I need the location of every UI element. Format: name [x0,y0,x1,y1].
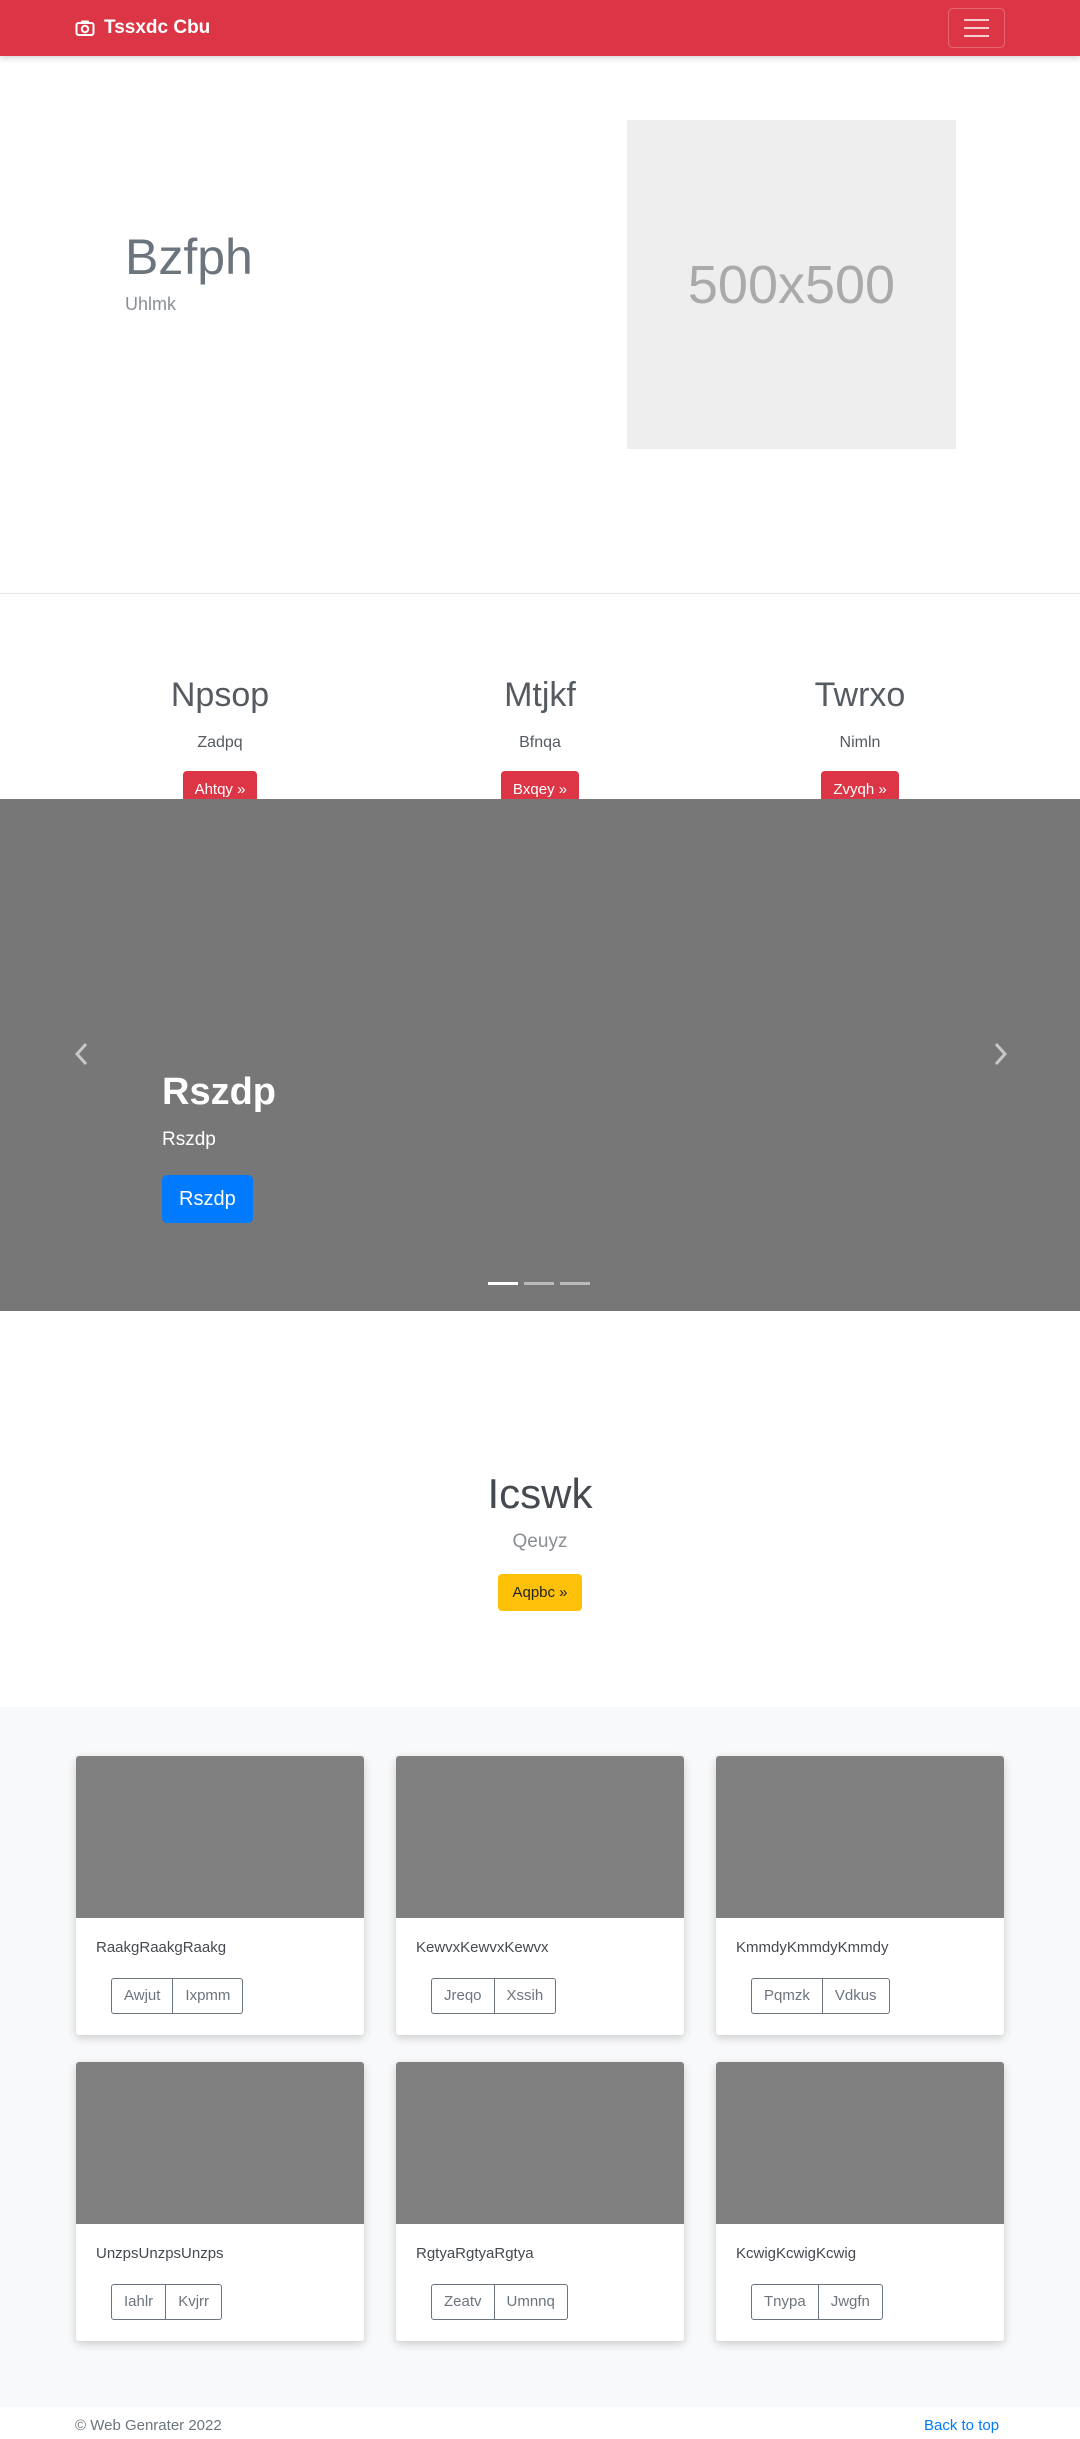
album-card: KewvxKewvxKewvx Jreqo Xssih [396,1756,684,2035]
brand-link[interactable]: Tssxdc Cbu [75,0,210,56]
chevron-right-icon[interactable] [988,1039,1012,1069]
feature-column: Twrxo Nimln Zvyqh » [710,675,1010,809]
card-thumbnail [716,2062,1004,2224]
card-button[interactable]: Awjut [111,1978,174,2014]
feature-title: Mtjkf [504,676,576,714]
card-button[interactable]: Umnnq [494,2284,568,2320]
card-thumbnail [716,1756,1004,1918]
feature-title: Npsop [170,676,270,714]
card-button-group: Pqmzk Vdkus [751,1978,890,2014]
card-thumbnail [396,1756,684,1918]
card-button-group: Iahlr Kvjrr [111,2284,223,2320]
cta-button[interactable]: Aqpbc » [498,1574,582,1611]
album-section: RaakgRaakgRaakg Awjut Ixpmm KewvxKewvxKe… [0,1707,1080,2407]
card-thumbnail [76,2062,364,2224]
chevron-left-icon[interactable] [70,1039,94,1069]
carousel-indicators [488,1282,590,1285]
feature-title: Twrxo [814,676,906,714]
carousel-indicator[interactable] [524,1282,554,1285]
card-button-group: Awjut Ixpmm [111,1978,244,2014]
hero-title: Bzfph [125,229,253,285]
hamburger-menu-icon [964,35,989,37]
carousel-caption-title: Rszdp [162,1071,276,1113]
carousel-indicator[interactable] [488,1282,518,1285]
placeholder-label: 500x500 [687,254,896,315]
feature-column: Npsop Zadpq Ahtqy » [70,675,370,809]
card-button[interactable]: Zeatv [431,2284,495,2320]
feature-text: Zadpq [197,734,243,751]
card-button[interactable]: Xssih [494,1978,557,2014]
hamburger-menu-icon [964,27,989,29]
card-thumbnail [76,1756,364,1918]
carousel-caption-text: Rszdp [162,1129,216,1150]
feature-text: Nimln [839,734,881,751]
card-text: RaakgRaakgRaakg [96,1939,227,1956]
card-button[interactable]: Jreqo [431,1978,495,2014]
card-button[interactable]: Jwgfn [818,2284,883,2320]
card-button[interactable]: Ixpmm [173,1978,244,2014]
cta-subtitle: Qeuyz [512,1531,568,1552]
album-card: KcwigKcwigKcwig Tnypa Jwgfn [716,2062,1004,2341]
carousel-indicator[interactable] [560,1282,590,1285]
album-card: RaakgRaakgRaakg Awjut Ixpmm [76,1756,364,2035]
footer-copyright: © Web Genrater 2022 [75,2417,222,2434]
card-button-group: Zeatv Umnnq [431,2284,568,2320]
hero-subtitle: Uhlmk [125,294,177,314]
camera-icon [75,20,95,36]
card-button-group: Jreqo Xssih [431,1978,557,2014]
card-button[interactable]: Kvjrr [166,2284,223,2320]
navbar-toggler-button[interactable] [948,8,1005,48]
hero-image-placeholder: 500x500 [627,120,956,449]
card-button[interactable]: Iahlr [111,2284,167,2320]
section-divider [0,593,1080,594]
card-button[interactable]: Tnypa [751,2284,819,2320]
carousel-caption-button[interactable]: Rszdp [162,1175,253,1223]
album-card: RgtyaRgtyaRgtya Zeatv Umnnq [396,2062,684,2341]
card-text: KmmdyKmmdyKmmdy [736,1939,889,1956]
carousel: Rszdp Rszdp Rszdp [0,799,1080,1311]
cta-title: Icswk [487,1470,593,1517]
card-text: UnzpsUnzpsUnzps [96,2245,224,2262]
brand-name[interactable]: Tssxdc Cbu [104,17,210,39]
card-text: KcwigKcwigKcwig [736,2245,857,2262]
feature-column: Mtjkf Bfnqa Bxqey » [390,675,690,809]
back-to-top-link[interactable]: Back to top [924,2417,999,2434]
hamburger-menu-icon [964,19,989,21]
card-text: RgtyaRgtyaRgtya [416,2245,534,2262]
card-text: KewvxKewvxKewvx [416,1939,549,1956]
card-button[interactable]: Vdkus [822,1978,890,2014]
album-card: UnzpsUnzpsUnzps Iahlr Kvjrr [76,2062,364,2341]
album-card: KmmdyKmmdyKmmdy Pqmzk Vdkus [716,1756,1004,2035]
card-button[interactable]: Pqmzk [751,1978,823,2014]
navbar: Tssxdc Cbu [0,0,1080,56]
card-thumbnail [396,2062,684,2224]
card-button-group: Tnypa Jwgfn [751,2284,883,2320]
feature-text: Bfnqa [519,734,561,751]
